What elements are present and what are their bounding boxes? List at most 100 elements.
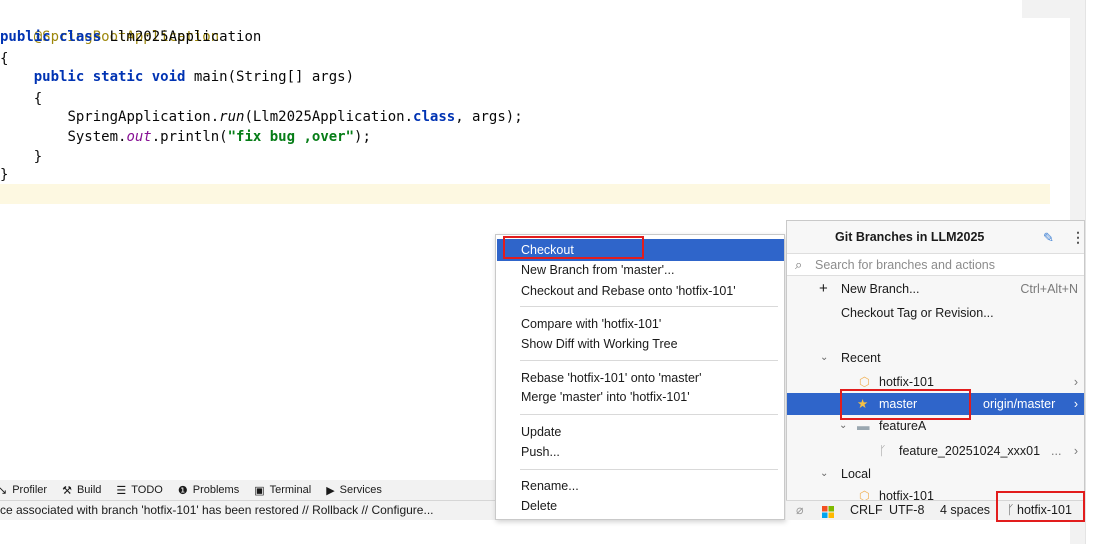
new-branch-action[interactable]: + New Branch... Ctrl+Alt+N — [787, 278, 1084, 300]
line-separator-widget[interactable]: CRLF — [850, 501, 883, 520]
ellipsis-label: ... — [1051, 444, 1062, 458]
folder-icon: ▬ — [857, 419, 870, 433]
edit-icon[interactable]: ✎ — [1043, 230, 1054, 246]
tool-label: Profiler — [12, 484, 48, 496]
status-message-bar[interactable]: ce associated with branch 'hotfix-101' h… — [0, 500, 495, 520]
group-label: Local — [841, 467, 871, 481]
windows-logo-icon — [822, 505, 834, 518]
git-branch-widget[interactable]: hotfix-101 — [1017, 501, 1072, 520]
menu-item-compare[interactable]: Compare with 'hotfix-101' — [497, 313, 784, 335]
code-line-4: public static void main(String[] args) — [0, 66, 354, 88]
menu-item-label: Checkout — [521, 243, 574, 257]
hammer-icon: ⚒ — [62, 484, 72, 497]
code-token: ); — [354, 129, 371, 145]
no-sync-icon[interactable]: ⌀ — [796, 501, 804, 520]
branch-item-master[interactable]: ★ master origin/master › — [787, 393, 1084, 415]
menu-item-label: Rebase 'hotfix-101' onto 'master' — [521, 371, 702, 385]
menu-item-merge[interactable]: Merge 'master' into 'hotfix-101' — [497, 386, 784, 408]
tool-window-bar: ↘ Profiler ⚒ Build ☰ TODO ❶ Problems ▣ Termin… — [0, 480, 495, 500]
brace-text: { — [33, 91, 43, 107]
code-line-2: public class Llm2025Application — [0, 26, 261, 48]
status-message: ce associated with branch 'hotfix-101' h… — [0, 503, 434, 517]
menu-item-show-diff[interactable]: Show Diff with Working Tree — [497, 333, 784, 355]
code-line-1: @SpringBootApplication — [0, 4, 219, 45]
services-icon: ▶ — [326, 484, 335, 497]
menu-separator — [520, 306, 778, 307]
code-line-6: SpringApplication.run(Llm2025Application… — [0, 106, 522, 128]
local-group-header[interactable]: ⌄ Local — [787, 463, 1084, 485]
code-token: System. — [67, 129, 127, 145]
menu-item-label: New Branch from 'master'... — [521, 263, 675, 277]
encoding-widget[interactable]: UTF-8 — [889, 501, 924, 520]
code-token: (Llm2025Application. — [244, 109, 414, 125]
branch-search-input[interactable] — [815, 256, 1075, 274]
brace-text: } — [33, 149, 43, 165]
branch-label: hotfix-101 — [879, 375, 934, 389]
profiler-icon: ↘ — [0, 484, 8, 497]
tool-label: Problems — [192, 484, 240, 496]
menu-item-label: Merge 'master' into 'hotfix-101' — [521, 390, 690, 404]
branch-folder-featureA[interactable]: ⌄ ▬ featureA — [787, 415, 1084, 437]
menu-item-update[interactable]: Update — [497, 421, 784, 443]
menu-item-new-branch[interactable]: New Branch from 'master'... — [497, 259, 784, 281]
code-token: run — [219, 109, 245, 125]
menu-separator — [520, 469, 778, 470]
tool-terminal[interactable]: ▣ Terminal — [254, 484, 311, 497]
brace-text: } — [0, 167, 9, 183]
tool-profiler[interactable]: ↘ Profiler — [0, 484, 47, 497]
menu-item-delete[interactable]: Delete — [497, 495, 784, 517]
chevron-down-icon: ⌄ — [820, 468, 829, 479]
list-icon: ☰ — [116, 484, 127, 497]
chevron-right-icon: › — [1073, 375, 1078, 389]
recent-group-header[interactable]: ⌄ Recent — [787, 347, 1084, 369]
tool-label: TODO — [131, 484, 163, 496]
keyword-text: public class — [0, 29, 102, 45]
tag-icon: ⬡ — [859, 375, 870, 389]
menu-item-checkout-rebase[interactable]: Checkout and Rebase onto 'hotfix-101' — [497, 280, 784, 302]
tool-todo[interactable]: ☰ TODO — [116, 484, 162, 497]
menu-item-checkout[interactable]: Checkout — [497, 239, 784, 261]
tool-problems[interactable]: ❶ Problems — [178, 484, 239, 497]
menu-item-rename[interactable]: Rename... — [497, 475, 784, 497]
star-icon: ★ — [857, 397, 869, 411]
caret-line-highlight — [0, 184, 1050, 204]
action-label: New Branch... — [841, 282, 920, 296]
code-token: out — [126, 129, 152, 145]
menu-separator — [520, 360, 778, 361]
terminal-icon: ▣ — [254, 484, 265, 497]
menu-item-label: Rename... — [521, 479, 579, 493]
menu-item-label: Compare with 'hotfix-101' — [521, 317, 662, 331]
menu-item-label: Update — [521, 425, 562, 439]
branch-label: feature_20251024_xxx01 — [899, 444, 1041, 458]
search-icon: ⌕ — [795, 257, 803, 272]
branch-item-hotfix-101[interactable]: ⬡ hotfix-101 › — [787, 371, 1084, 393]
method-signature-text: main(String[] args) — [193, 69, 355, 85]
class-name-text: Llm2025Application — [109, 29, 262, 45]
remote-branch-label: origin/master — [983, 397, 1056, 411]
branch-search-box[interactable]: ⌕ — [787, 253, 1084, 276]
code-token: .println( — [151, 129, 228, 145]
menu-item-push[interactable]: Push... — [497, 441, 784, 463]
plus-icon: + — [819, 280, 828, 297]
branch-icon: ᚴ — [1007, 503, 1015, 517]
ide-status-bar: ⌀ CRLF UTF-8 4 spaces ᚴ hotfix-101 — [786, 500, 1085, 520]
keyword-text: public static void — [33, 69, 186, 85]
action-label: Checkout Tag or Revision... — [841, 306, 994, 320]
tool-services[interactable]: ▶ Services — [326, 484, 382, 497]
menu-item-label: Checkout and Rebase onto 'hotfix-101' — [521, 284, 736, 298]
branch-item-feature[interactable]: ᚴ feature_20251024_xxx01 ... › — [787, 440, 1084, 462]
git-branches-popup: Git Branches in LLM2025 ✎ ⋮ ⌕ + New Bran… — [786, 220, 1085, 520]
tool-label: Services — [339, 484, 382, 496]
code-token: SpringApplication. — [67, 109, 220, 125]
info-icon: ❶ — [177, 484, 188, 497]
chevron-down-icon: ⌄ — [839, 420, 848, 431]
tool-build[interactable]: ⚒ Build — [62, 484, 101, 497]
indent-widget[interactable]: 4 spaces — [940, 501, 990, 520]
checkout-tag-action[interactable]: Checkout Tag or Revision... — [787, 302, 1084, 324]
code-line-9: } — [0, 164, 8, 186]
menu-item-label: Delete — [521, 499, 558, 513]
chevron-right-icon: › — [1073, 397, 1078, 411]
more-options-icon[interactable]: ⋮ — [1071, 229, 1084, 246]
code-line-7: System.out.println("fix bug ,over"); — [0, 126, 371, 148]
chevron-down-icon: ⌄ — [820, 352, 829, 363]
